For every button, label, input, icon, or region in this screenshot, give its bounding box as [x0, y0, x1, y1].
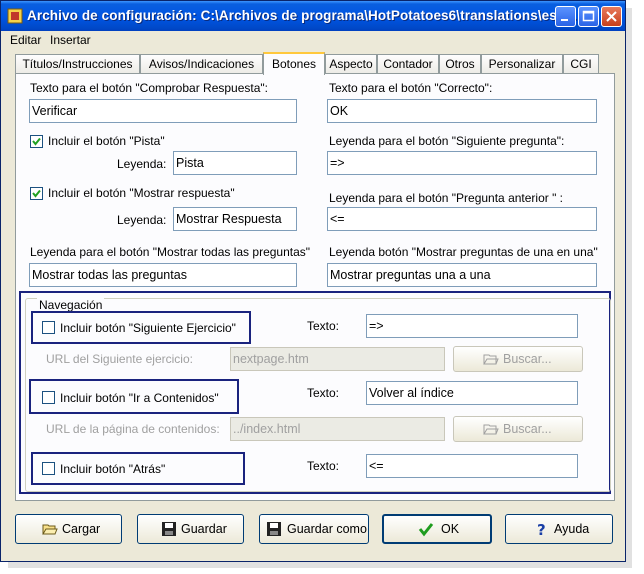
save-as-icon	[267, 522, 281, 536]
close-icon	[606, 11, 617, 22]
contents-url-input[interactable]: ../index.html	[230, 417, 445, 441]
check-button-label: Texto para el botón "Comprobar Respuesta…	[30, 81, 268, 95]
contents-url-label: URL de la página de contenidos:	[46, 422, 220, 436]
menu-insertar[interactable]: Insertar	[50, 33, 91, 47]
correct-button-label: Texto para el botón "Correcto":	[329, 81, 493, 95]
contents-text-input[interactable]: Volver al índice	[366, 381, 578, 405]
load-label: Cargar	[62, 522, 101, 536]
prev-question-label: Leyenda para el botón "Pregunta anterior…	[329, 191, 564, 205]
help-label: Ayuda	[554, 522, 590, 536]
hint-checkbox[interactable]	[30, 135, 43, 148]
next-exercise-text-label: Texto:	[307, 319, 340, 333]
next-exercise-url-input[interactable]: nextpage.htm	[230, 347, 445, 371]
tab-titulos[interactable]: Títulos/Instrucciones	[15, 54, 140, 74]
save-disk-icon	[162, 522, 176, 536]
app-icon	[7, 8, 23, 24]
navigation-group-title: Navegación	[37, 298, 105, 312]
checkmark-icon	[418, 523, 434, 537]
tab-contador[interactable]: Contador	[377, 54, 439, 74]
back-checkbox-label[interactable]: Incluir botón "Atrás"	[60, 462, 165, 476]
show-all-input[interactable]: Mostrar todas las preguntas	[29, 263, 297, 287]
save-button[interactable]: Guardar	[137, 514, 244, 544]
show-answer-caption-input[interactable]: Mostrar Respuesta	[173, 207, 297, 231]
maximize-icon	[582, 10, 595, 22]
window-title: Archivo de configuración: C:\Archivos de…	[27, 8, 577, 23]
tab-aspecto[interactable]: Aspecto	[325, 54, 377, 74]
checkmark-icon	[32, 189, 41, 198]
menu-bar: Editar Insertar	[1, 31, 625, 49]
contents-checkbox[interactable]	[42, 391, 55, 404]
browse-label: Buscar...	[503, 352, 552, 366]
save-as-button[interactable]: Guardar como	[259, 514, 369, 544]
contents-checkbox-label[interactable]: Incluir botón "Ir a Contenidos"	[60, 391, 219, 405]
next-exercise-url-label: URL del Siguiente ejercicio:	[46, 352, 193, 366]
load-button[interactable]: Cargar	[15, 514, 122, 544]
prev-question-input[interactable]: <=	[327, 207, 597, 231]
folder-open-icon	[483, 424, 499, 435]
svg-text:?: ?	[537, 521, 546, 537]
back-checkbox[interactable]	[42, 462, 55, 475]
minimize-button[interactable]	[555, 6, 576, 27]
checkmark-icon	[32, 137, 41, 146]
minimize-icon	[561, 19, 568, 21]
title-bar[interactable]: Archivo de configuración: C:\Archivos de…	[1, 1, 625, 31]
help-question-icon: ?	[537, 521, 546, 537]
help-button[interactable]: ? Ayuda	[505, 514, 613, 544]
tab-botones[interactable]: Botones	[263, 52, 325, 75]
ok-label: OK	[441, 522, 460, 536]
folder-open-icon	[483, 354, 499, 365]
back-text-label: Texto:	[307, 459, 340, 473]
tab-avisos[interactable]: Avisos/Indicaciones	[140, 54, 263, 74]
tab-personalizar[interactable]: Personalizar	[481, 54, 563, 74]
correct-button-input[interactable]: OK	[327, 99, 597, 123]
save-as-label: Guardar como	[287, 522, 367, 536]
ok-button[interactable]: OK	[382, 514, 492, 544]
menu-editar[interactable]: Editar	[10, 33, 41, 47]
maximize-button[interactable]	[578, 6, 599, 27]
config-dialog: Archivo de configuración: C:\Archivos de…	[0, 0, 626, 562]
hint-caption-input[interactable]: Pista	[173, 151, 297, 175]
show-answer-checkbox[interactable]	[30, 187, 43, 200]
next-exercise-checkbox-label[interactable]: Incluir botón "Siguiente Ejercicio"	[60, 321, 236, 335]
next-exercise-text-input[interactable]: =>	[366, 314, 578, 338]
browse-label: Buscar...	[503, 422, 552, 436]
next-question-input[interactable]: =>	[327, 151, 597, 175]
back-text-input[interactable]: <=	[366, 454, 578, 478]
tab-cgi[interactable]: CGI	[563, 54, 599, 74]
show-answer-checkbox-label[interactable]: Incluir el botón "Mostrar respuesta"	[48, 186, 235, 200]
show-one-input[interactable]: Mostrar preguntas una a una	[327, 263, 597, 287]
check-button-input[interactable]: Verificar	[29, 99, 297, 123]
close-button[interactable]	[601, 6, 622, 27]
hint-caption-label: Leyenda:	[117, 157, 167, 171]
hint-checkbox-label[interactable]: Incluir el botón "Pista"	[48, 134, 165, 148]
show-answer-caption-label: Leyenda:	[117, 213, 167, 227]
tab-otros[interactable]: Otros	[439, 54, 481, 74]
next-question-label: Leyenda para el botón "Siguiente pregunt…	[329, 134, 565, 148]
folder-open-icon	[42, 524, 58, 535]
browse-next-exercise-button[interactable]: Buscar...	[453, 346, 583, 372]
next-exercise-checkbox[interactable]	[42, 321, 55, 334]
save-label: Guardar	[181, 522, 227, 536]
browse-contents-button[interactable]: Buscar...	[453, 416, 583, 442]
show-one-label: Leyenda botón "Mostrar preguntas de una …	[329, 245, 598, 259]
show-all-label: Leyenda para el botón "Mostrar todas las…	[30, 245, 311, 259]
contents-text-label: Texto:	[307, 386, 340, 400]
